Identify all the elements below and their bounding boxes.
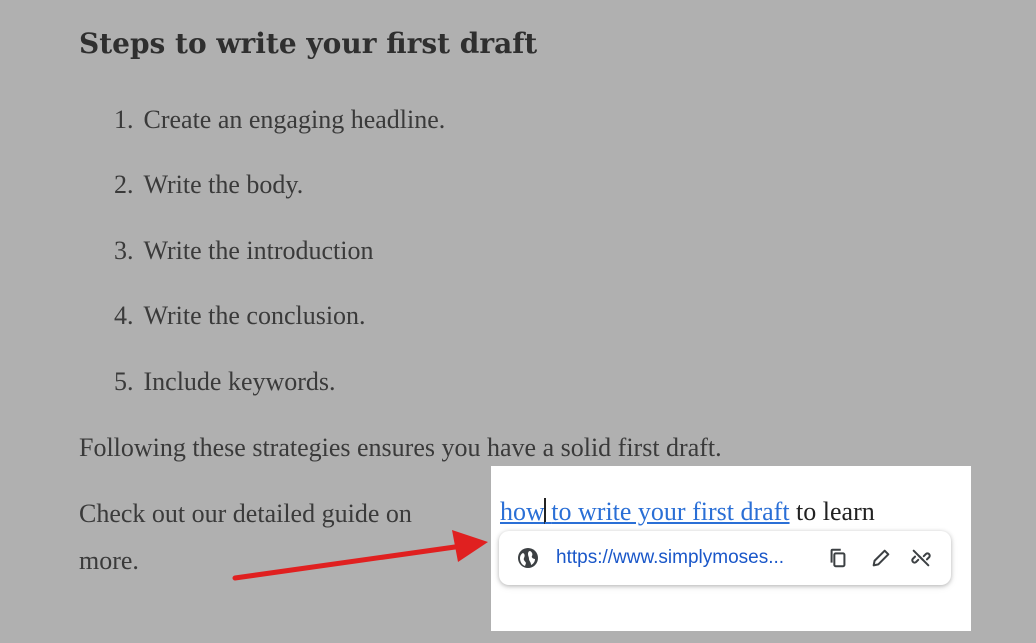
list-number: 3.: [114, 236, 134, 265]
list-number: 4.: [114, 301, 134, 330]
link-preview-card: https://www.simplymoses...: [499, 531, 951, 585]
text-caret: [543, 498, 546, 524]
globe-icon: [516, 546, 540, 570]
list-item: 3. Write the introduction: [114, 233, 374, 269]
paragraph-summary: Following these strategies ensures you h…: [79, 433, 722, 462]
after-link-text: to learn: [796, 497, 875, 526]
linked-sentence: how to write your first draft to learn: [500, 494, 875, 530]
paragraph-guide-suffix: more.: [79, 546, 139, 575]
copy-icon[interactable]: [825, 545, 851, 571]
hyperlink-text-rest: to write your first draft: [551, 497, 790, 526]
link-highlight-crop: how to write your first draft to learn h…: [491, 466, 971, 631]
pencil-icon[interactable]: [868, 545, 894, 571]
list-item-text: Include keywords.: [143, 367, 336, 396]
list-number: 2.: [114, 170, 134, 199]
list-item-text: Write the body.: [143, 170, 304, 199]
list-item-text: Create an engaging headline.: [143, 105, 446, 134]
editor-page: Steps to write your first draft 1. Create…: [0, 0, 1036, 643]
list-item-text: Write the conclusion.: [143, 301, 366, 330]
section-heading: Steps to write your first draft: [79, 27, 538, 60]
hyperlink[interactable]: how to write your first draft: [500, 497, 790, 526]
link-url[interactable]: https://www.simplymoses...: [556, 546, 784, 570]
hyperlink-text-start: how: [500, 497, 545, 526]
list-item: 4. Write the conclusion.: [114, 298, 366, 334]
list-number: 5.: [114, 367, 134, 396]
list-item: 5. Include keywords.: [114, 364, 336, 400]
unlink-icon[interactable]: [908, 545, 934, 571]
list-number: 1.: [114, 105, 134, 134]
list-item-text: Write the introduction: [143, 236, 374, 265]
list-item: 2. Write the body.: [114, 167, 303, 203]
list-item: 1. Create an engaging headline.: [114, 102, 445, 138]
paragraph-guide-prefix: Check out our detailed guide on: [79, 499, 412, 528]
